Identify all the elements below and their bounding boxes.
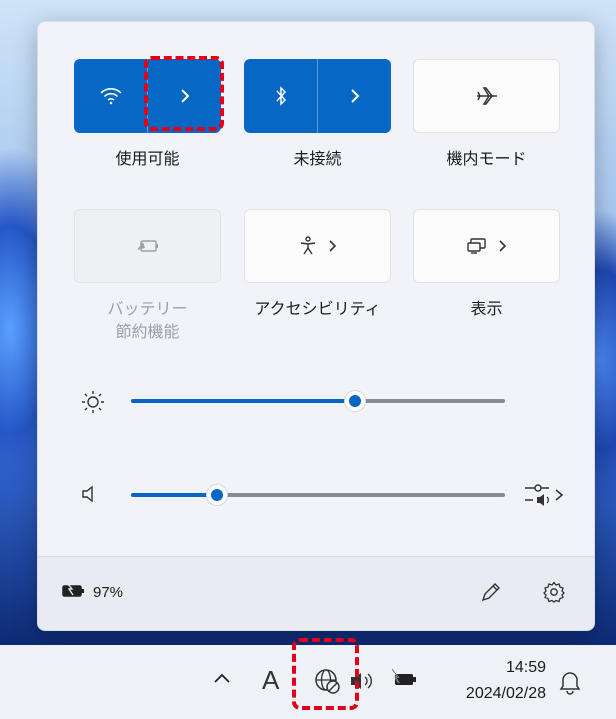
wifi-tile-label: 使用可能 — [115, 151, 180, 168]
bluetooth-icon — [274, 86, 288, 106]
wifi-expand-highlight — [144, 56, 224, 131]
cast-icon — [466, 237, 488, 255]
cast-display-button[interactable] — [413, 209, 560, 283]
battery-percent-text: 97% — [93, 584, 124, 601]
volume-slider-fill — [131, 493, 218, 497]
edit-pencil-icon[interactable] — [480, 581, 502, 603]
speaker-icon[interactable] — [81, 485, 101, 503]
accessibility-tile-label: アクセシビリティ — [254, 301, 381, 318]
bluetooth-tile-label: 未接続 — [293, 151, 342, 168]
battery-saver-button[interactable] — [74, 209, 221, 283]
display-tile-label: 表示 — [470, 301, 503, 318]
quick-settings-footer: 97% — [38, 556, 594, 630]
brightness-slider[interactable] — [131, 390, 505, 412]
battery-saver-icon — [135, 238, 161, 254]
battery-saver-tile-label: バッテリー 節約機能 — [107, 301, 188, 341]
quick-settings-panel: 使用可能 未接続 機内モード バッテリー 節約機能 アクセシビリティ 表示 97… — [37, 21, 595, 631]
brightness-icon — [81, 390, 105, 414]
brightness-slider-thumb[interactable] — [344, 390, 367, 412]
battery-charging-icon — [61, 581, 87, 599]
airplane-mode-button[interactable] — [413, 59, 560, 133]
wifi-toggle-button[interactable] — [74, 59, 147, 133]
bluetooth-expand-button[interactable] — [318, 59, 391, 133]
ime-indicator[interactable]: A — [262, 665, 279, 696]
clock-area[interactable]: 14:59 2024/02/28 — [466, 655, 546, 707]
clock-date: 2024/02/28 — [465, 685, 546, 702]
clock-time: 14:59 — [505, 659, 546, 676]
chevron-right-icon — [349, 88, 361, 104]
accessibility-icon — [298, 236, 318, 256]
accessibility-button[interactable] — [244, 209, 391, 283]
airplane-icon — [475, 86, 499, 106]
brightness-slider-fill — [131, 399, 356, 403]
chevron-right-icon — [328, 239, 338, 253]
audio-output-select-button[interactable] — [523, 482, 567, 508]
volume-slider[interactable] — [131, 484, 505, 506]
wifi-icon — [99, 87, 122, 105]
bluetooth-tile — [244, 59, 391, 133]
bluetooth-toggle-button[interactable] — [244, 59, 317, 133]
settings-gear-icon[interactable] — [543, 581, 565, 603]
network-icon-highlight — [292, 638, 359, 710]
battery-tray-icon[interactable] — [389, 667, 419, 689]
notification-bell-icon[interactable] — [558, 669, 582, 695]
chevron-up-icon[interactable] — [212, 671, 232, 685]
airplane-tile-label: 機内モード — [446, 151, 527, 168]
chevron-right-icon — [498, 239, 508, 253]
volume-slider-thumb[interactable] — [206, 484, 229, 506]
